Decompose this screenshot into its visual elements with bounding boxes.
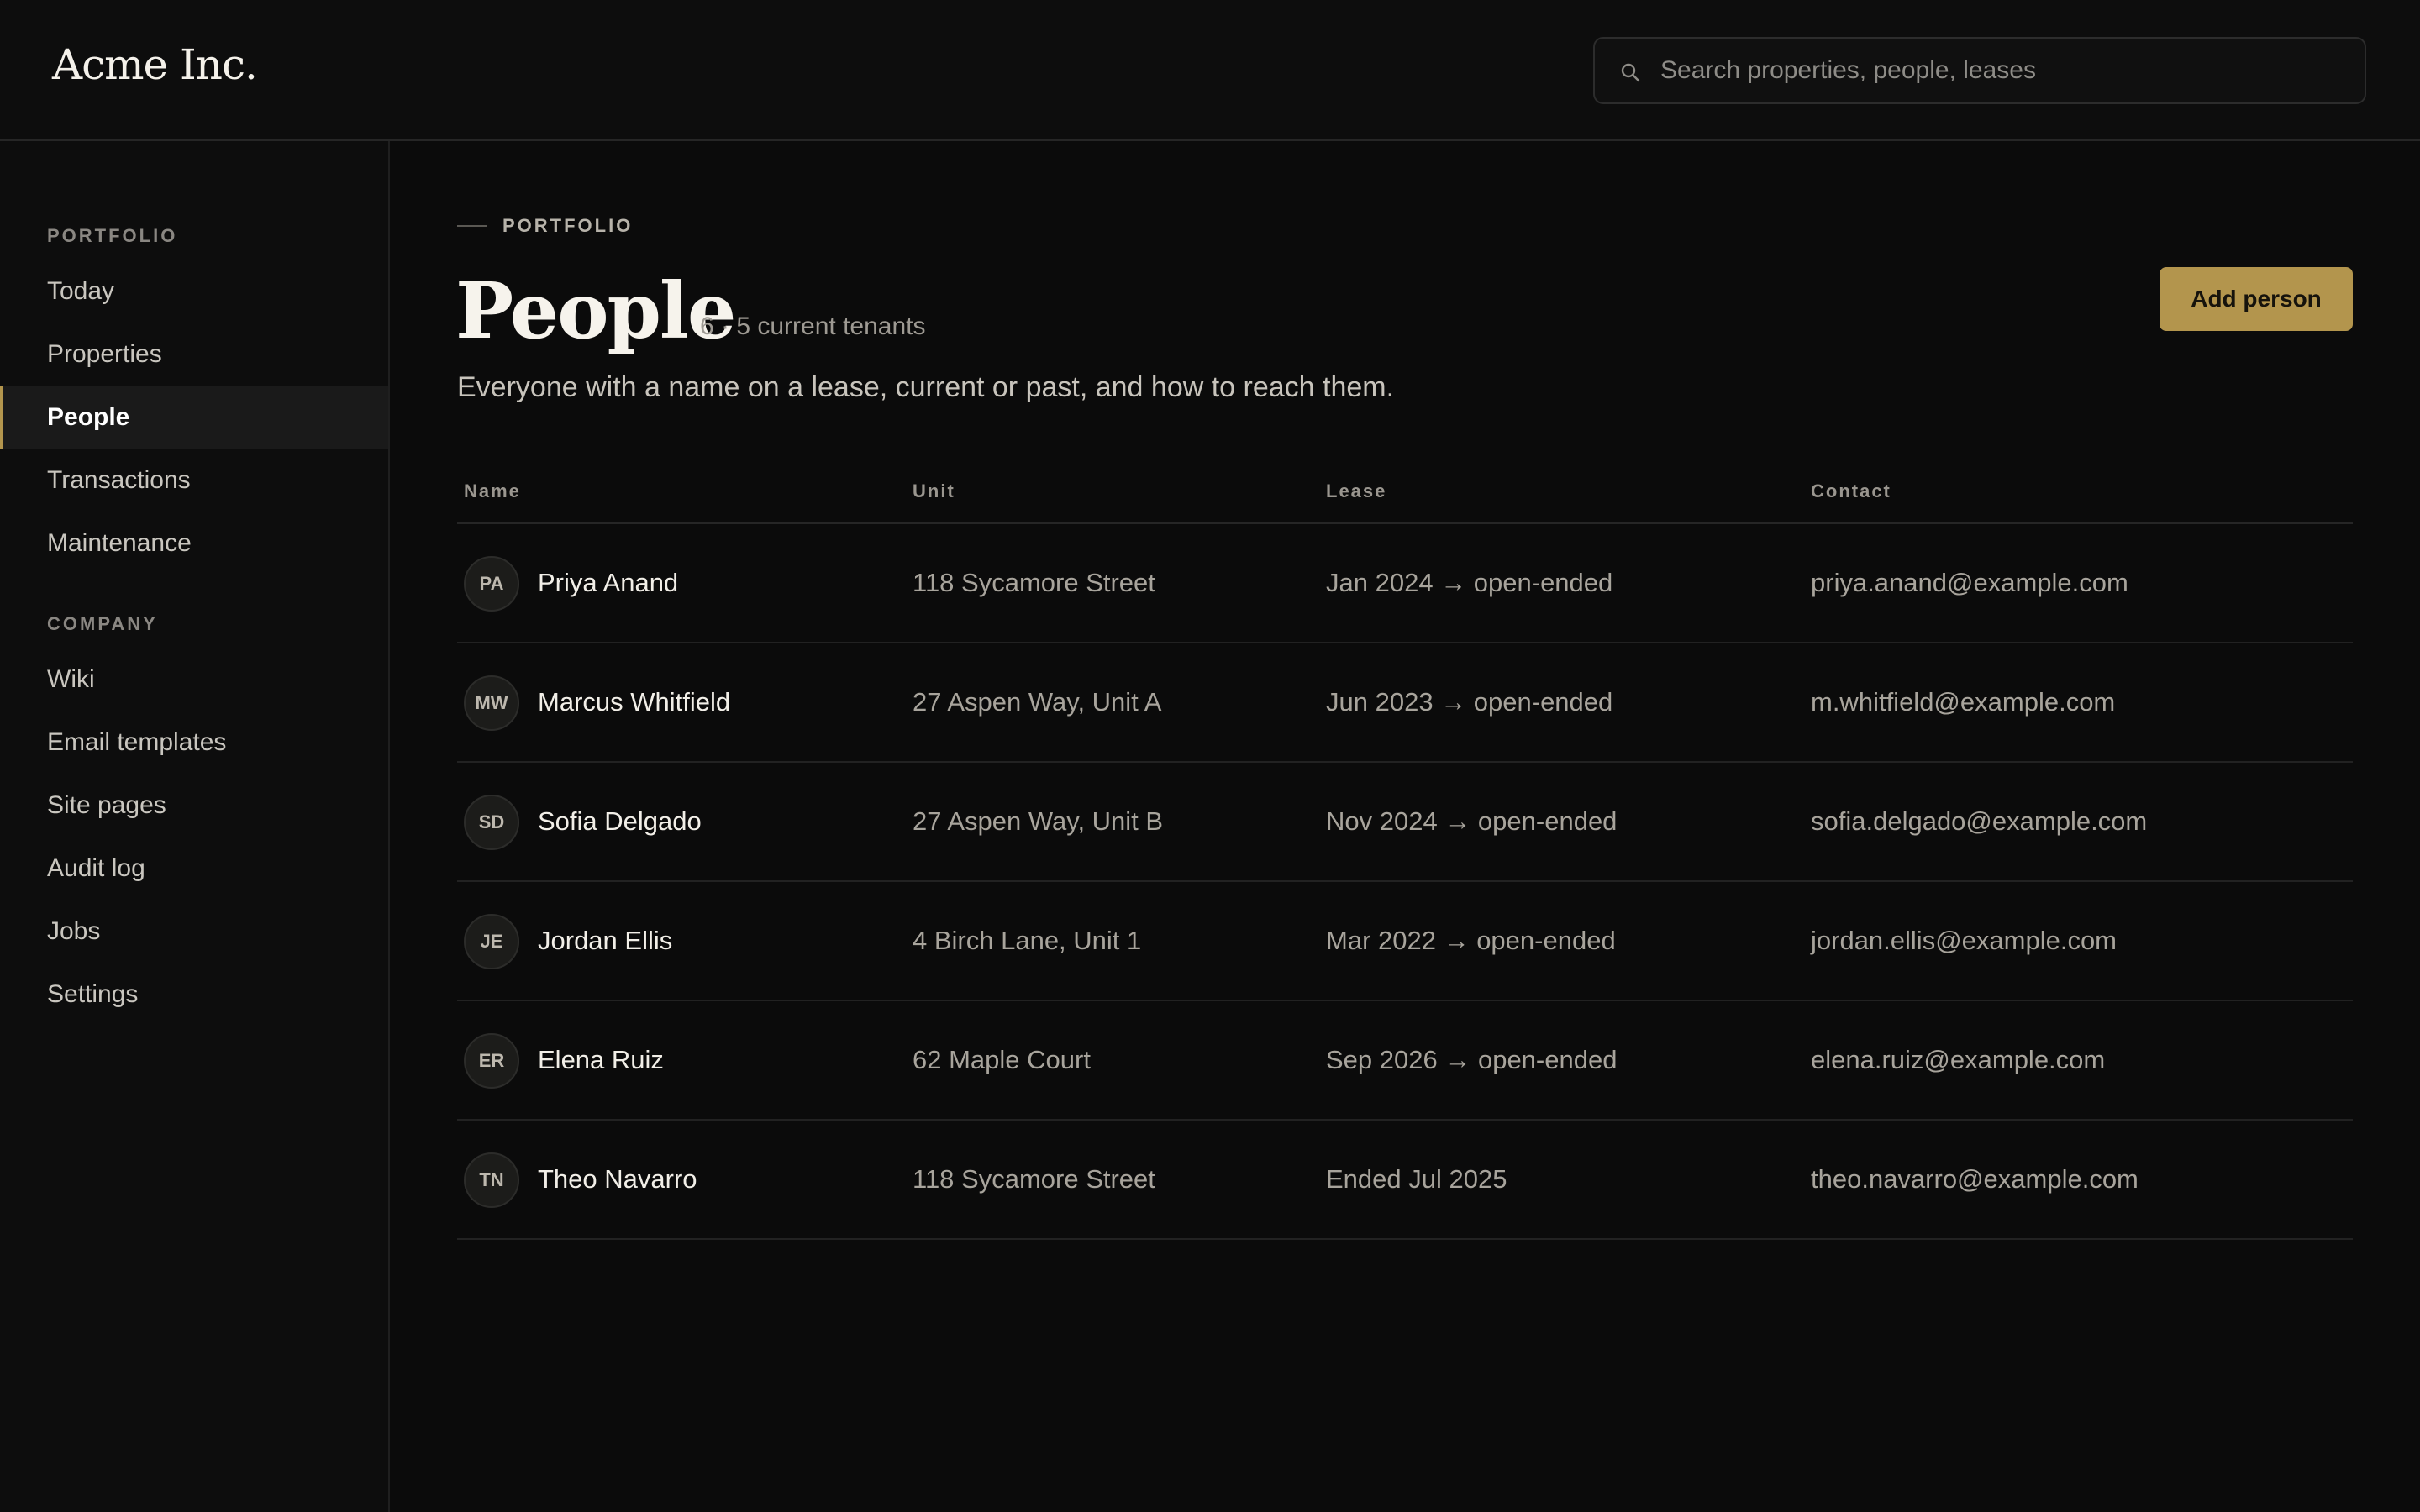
lease-period: Mar 2022 → open-ended: [1326, 926, 1616, 955]
lease-period: Nov 2024 → open-ended: [1326, 806, 1618, 836]
nav-section-portfolio: PORTFOLIO: [47, 225, 178, 246]
page-description: Everyone with a name on a lease, current…: [457, 371, 1395, 403]
sidebar-item-properties[interactable]: Properties: [0, 323, 388, 386]
app-root: Acme Inc. PORTFOLIO Today Properties Peo…: [0, 0, 2420, 1512]
table-row[interactable]: JE Jordan Ellis 4 Birch Lane, Unit 1 Mar…: [457, 882, 2353, 1001]
sidebar: PORTFOLIO Today Properties People Transa…: [0, 141, 390, 1512]
unit-address: 27 Aspen Way, Unit A: [913, 687, 1162, 717]
unit-address: 27 Aspen Way, Unit B: [913, 806, 1164, 836]
sidebar-item-today[interactable]: Today: [0, 260, 388, 323]
unit-address: 118 Sycamore Street: [913, 1164, 1155, 1194]
sidebar-item-jobs[interactable]: Jobs: [0, 900, 388, 963]
sidebar-item-audit-log[interactable]: Audit log: [0, 837, 388, 900]
sidebar-item-maintenance[interactable]: Maintenance: [0, 512, 388, 575]
avatar: PA: [464, 556, 519, 612]
search-icon: [1621, 63, 1640, 82]
table-header: Name Unit Lease Contact: [457, 470, 2353, 524]
people-table: Name Unit Lease Contact PA Priya Anand 1…: [457, 470, 2353, 1240]
search-input[interactable]: [1660, 39, 2349, 102]
unit-address: 62 Maple Court: [913, 1045, 1091, 1074]
sidebar-item-people[interactable]: People: [0, 386, 388, 449]
breadcrumb: PORTFOLIO: [457, 215, 633, 237]
contact-email[interactable]: priya.anand@example.com: [1811, 524, 2128, 642]
sidebar-item-wiki[interactable]: Wiki: [0, 648, 388, 711]
lease-period: Jun 2023 → open-ended: [1326, 687, 1613, 717]
contact-email[interactable]: elena.ruiz@example.com: [1811, 1001, 2105, 1119]
table-row[interactable]: SD Sofia Delgado 27 Aspen Way, Unit B No…: [457, 763, 2353, 882]
person-name[interactable]: Marcus Whitfield: [538, 643, 730, 761]
avatar: ER: [464, 1033, 519, 1089]
lease-period: Sep 2026 → open-ended: [1326, 1045, 1618, 1074]
column-header-contact[interactable]: Contact: [1811, 480, 1891, 502]
eyebrow-label: PORTFOLIO: [502, 215, 634, 236]
column-header-name[interactable]: Name: [464, 480, 521, 502]
search-box[interactable]: [1593, 37, 2366, 104]
sidebar-item-email-templates[interactable]: Email templates: [0, 711, 388, 774]
contact-email[interactable]: theo.navarro@example.com: [1811, 1121, 2139, 1238]
add-person-button[interactable]: Add person: [2160, 267, 2353, 331]
lease-period: Ended Jul 2025: [1326, 1164, 1507, 1194]
table-row[interactable]: ER Elena Ruiz 62 Maple Court Sep 2026 → …: [457, 1001, 2353, 1121]
contact-email[interactable]: jordan.ellis@example.com: [1811, 882, 2117, 1000]
sidebar-item-site-pages[interactable]: Site pages: [0, 774, 388, 837]
eyebrow-rule: [457, 225, 487, 227]
table-row[interactable]: PA Priya Anand 118 Sycamore Street Jan 2…: [457, 524, 2353, 643]
contact-email[interactable]: m.whitfield@example.com: [1811, 643, 2115, 761]
avatar: SD: [464, 795, 519, 850]
person-name[interactable]: Priya Anand: [538, 524, 678, 642]
nav-section-company: COMPANY: [47, 613, 158, 634]
avatar: MW: [464, 675, 519, 731]
sidebar-item-transactions[interactable]: Transactions: [0, 449, 388, 512]
table-row[interactable]: TN Theo Navarro 118 Sycamore Street Ende…: [457, 1121, 2353, 1240]
page-count: 6 · 5 current tenants: [700, 312, 926, 340]
person-name[interactable]: Elena Ruiz: [538, 1001, 664, 1119]
contact-email[interactable]: sofia.delgado@example.com: [1811, 763, 2147, 880]
page-title: People: [455, 265, 736, 356]
column-header-lease[interactable]: Lease: [1326, 480, 1386, 502]
unit-address: 4 Birch Lane, Unit 1: [913, 926, 1142, 955]
person-name[interactable]: Theo Navarro: [538, 1121, 697, 1238]
company-logo[interactable]: Acme Inc.: [52, 40, 258, 89]
avatar: JE: [464, 914, 519, 969]
sidebar-item-settings[interactable]: Settings: [0, 963, 388, 1026]
avatar: TN: [464, 1152, 519, 1208]
person-name[interactable]: Sofia Delgado: [538, 763, 702, 880]
unit-address: 118 Sycamore Street: [913, 568, 1155, 597]
top-bar: Acme Inc.: [0, 0, 2420, 141]
column-header-unit[interactable]: Unit: [913, 480, 955, 502]
lease-period: Jan 2024 → open-ended: [1326, 568, 1613, 597]
table-row[interactable]: MW Marcus Whitfield 27 Aspen Way, Unit A…: [457, 643, 2353, 763]
person-name[interactable]: Jordan Ellis: [538, 882, 672, 1000]
